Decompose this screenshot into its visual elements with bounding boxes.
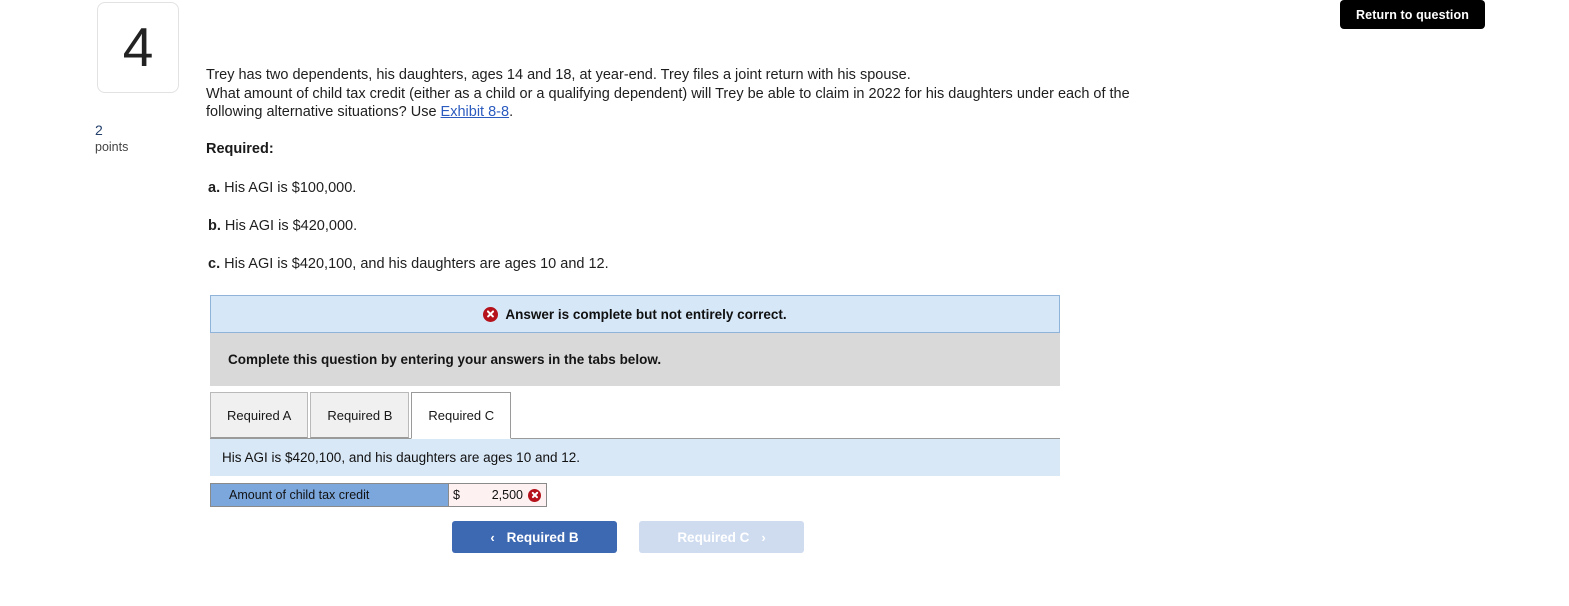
- exhibit-8-8-link[interactable]: Exhibit 8-8: [441, 104, 510, 120]
- question-page: Return to question 4 2 points Trey has t…: [0, 0, 1569, 606]
- grading-alert-message: Answer is complete but not entirely corr…: [505, 306, 787, 322]
- answer-row-label: Amount of child tax credit: [210, 483, 448, 507]
- requirement-a-text: His AGI is $100,000.: [224, 180, 357, 196]
- requirement-c-text: His AGI is $420,100, and his daughters a…: [224, 256, 609, 272]
- chevron-left-icon: ‹: [490, 529, 495, 545]
- answer-card: Answer is complete but not entirely corr…: [210, 295, 1060, 507]
- previous-requirement-button[interactable]: ‹ Required B: [452, 521, 617, 553]
- grading-alert-banner: Answer is complete but not entirely corr…: [210, 295, 1060, 333]
- tab-navigation: ‹ Required B Required C ›: [452, 521, 804, 553]
- answer-entry-row: Amount of child tax credit $ 2,500: [210, 483, 547, 507]
- answer-row-label-text: Amount of child tax credit: [229, 488, 370, 502]
- requirement-b-text: His AGI is $420,000.: [224, 218, 358, 234]
- requirement-a-marker: a.: [208, 180, 221, 196]
- requirement-c-marker: c.: [208, 256, 221, 272]
- required-heading: Required:: [206, 141, 274, 157]
- tab-required-c[interactable]: Required C: [411, 392, 512, 439]
- chevron-right-icon: ›: [761, 529, 766, 545]
- question-stem: Trey has two dependents, his daughters, …: [206, 66, 1146, 122]
- requirement-c: c. His AGI is $420,100, and his daughter…: [208, 255, 609, 273]
- question-number: 4: [122, 16, 154, 78]
- tab-scenario-text: His AGI is $420,100, and his daughters a…: [222, 450, 580, 465]
- error-circle-x-icon: [483, 306, 499, 322]
- stem-line-2-suffix: .: [509, 104, 514, 120]
- question-number-box: 4: [97, 2, 179, 93]
- requirement-b-marker: b.: [208, 218, 221, 234]
- tab-required-a-label: Required A: [227, 407, 292, 423]
- requirement-tabs: Required A Required B Required C: [210, 386, 1060, 439]
- instruction-text: Complete this question by entering your …: [228, 352, 662, 367]
- points-block: 2 points: [95, 122, 185, 155]
- stem-line-2: What amount of child tax credit (either …: [206, 85, 1146, 122]
- currency-symbol: $: [453, 488, 460, 502]
- return-to-question-button[interactable]: Return to question: [1340, 0, 1485, 29]
- child-tax-credit-value: 2,500: [491, 488, 523, 502]
- next-requirement-button: Required C ›: [639, 521, 804, 553]
- tab-required-b[interactable]: Required B: [310, 392, 410, 438]
- stem-line-1: Trey has two dependents, his daughters, …: [206, 67, 911, 83]
- requirement-a: a. His AGI is $100,000.: [208, 179, 356, 197]
- stem-line-2-text: What amount of child tax credit (either …: [206, 85, 1130, 121]
- child-tax-credit-input[interactable]: $ 2,500: [448, 483, 547, 507]
- tab-required-a[interactable]: Required A: [210, 392, 309, 438]
- points-value: 2: [95, 122, 103, 138]
- next-requirement-label: Required C: [677, 529, 750, 545]
- tab-required-c-label: Required C: [428, 408, 495, 423]
- requirement-b: b. His AGI is $420,000.: [208, 217, 357, 235]
- tab-required-b-label: Required B: [327, 407, 393, 423]
- previous-requirement-label: Required B: [506, 529, 579, 545]
- points-label: points: [95, 140, 129, 154]
- tab-scenario-header: His AGI is $420,100, and his daughters a…: [210, 439, 1060, 476]
- error-circle-x-icon: [528, 488, 541, 502]
- instruction-banner: Complete this question by entering your …: [210, 333, 1060, 386]
